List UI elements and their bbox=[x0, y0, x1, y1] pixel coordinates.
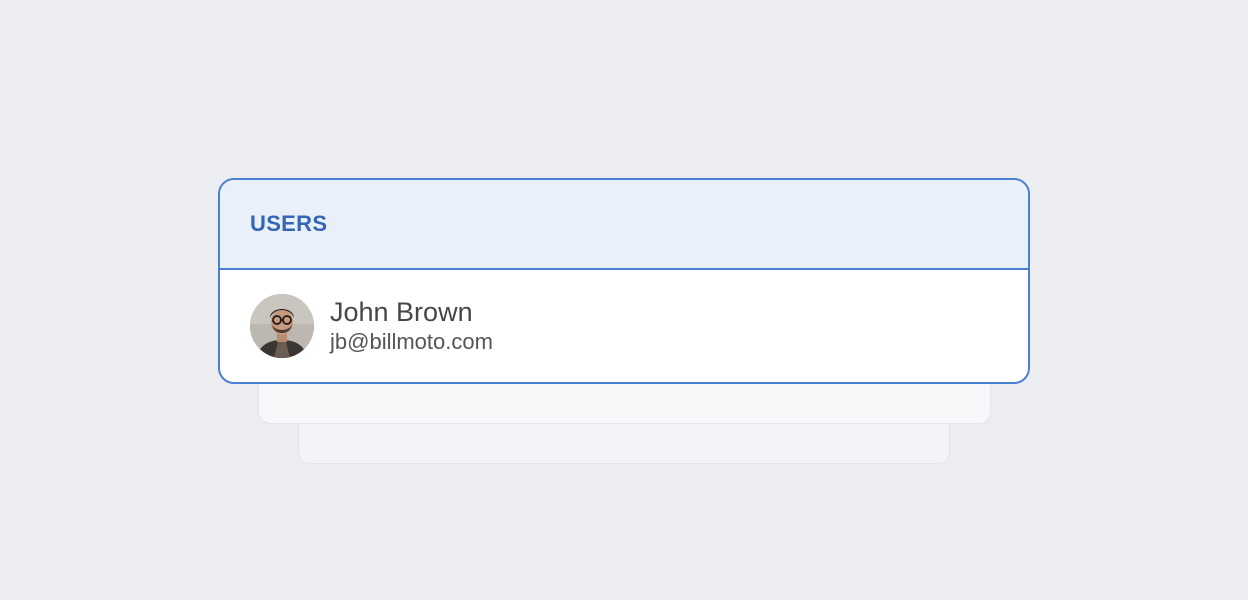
user-text: John Brown jb@billmoto.com bbox=[330, 296, 493, 356]
user-name: John Brown bbox=[330, 297, 473, 327]
user-photo-avatar-icon bbox=[250, 294, 314, 358]
avatar bbox=[250, 294, 314, 358]
users-card-title: USERS bbox=[250, 211, 328, 236]
users-card: USERS John Brown jb@billmoto.com bbox=[218, 178, 1030, 384]
user-email: jb@billmoto.com bbox=[330, 329, 493, 354]
users-card-header: USERS bbox=[220, 180, 1028, 270]
user-list-item[interactable]: John Brown jb@billmoto.com bbox=[220, 270, 1028, 382]
stage: USERS John Brown jb@billmoto.com bbox=[0, 0, 1248, 600]
